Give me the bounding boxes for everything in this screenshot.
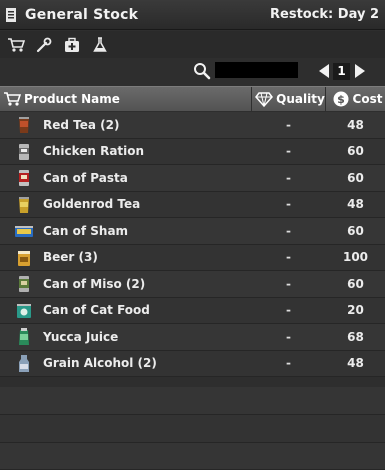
can-of-sham-icon <box>15 226 33 237</box>
search-input[interactable] <box>215 62 298 78</box>
column-quality[interactable]: Quality <box>251 87 326 111</box>
shopping-cart-icon <box>8 37 25 52</box>
item-quality: - <box>286 329 291 344</box>
shopping-cart-icon <box>4 92 21 106</box>
item-list: Red Tea (2) - 48 Chicken Ration - 60 Can… <box>0 112 385 377</box>
window-title: General Stock <box>25 6 139 23</box>
column-cost[interactable]: $ Cost <box>326 87 385 111</box>
can-of-cat-food-icon <box>17 303 31 318</box>
item-quality: - <box>286 117 291 132</box>
empty-row <box>0 415 385 443</box>
page-next-icon[interactable] <box>353 63 367 79</box>
item-row-can-of-miso[interactable]: Can of Miso (2) - 60 <box>0 271 385 298</box>
tab-tools[interactable] <box>33 34 55 56</box>
item-cost: 100 <box>342 250 369 265</box>
category-tabs <box>0 31 385 58</box>
column-cost-label: Cost <box>352 92 383 106</box>
column-product-label: Product Name <box>24 92 120 106</box>
beer-icon <box>18 250 30 266</box>
table-header: Product Name Quality $ Cost <box>0 86 385 111</box>
item-quality: - <box>286 356 291 371</box>
item-cost: 60 <box>347 170 364 185</box>
item-name: Beer (3) <box>43 250 98 265</box>
item-cost: 48 <box>347 197 364 212</box>
flask-icon <box>93 36 107 52</box>
restock-label: Restock: Day 2 <box>270 7 379 22</box>
wrench-icon <box>36 37 52 52</box>
item-cost: 60 <box>347 223 364 238</box>
yucca-juice-icon <box>19 328 29 345</box>
column-product-name[interactable]: Product Name <box>0 87 250 111</box>
can-of-pasta-icon <box>19 170 29 186</box>
item-row-beer[interactable]: Beer (3) - 100 <box>0 244 385 271</box>
item-row-goldenrod-tea[interactable]: Goldenrod Tea - 48 <box>0 191 385 218</box>
item-cost: 48 <box>347 117 364 132</box>
item-quality: - <box>286 303 291 318</box>
item-quality: - <box>286 250 291 265</box>
item-row-can-of-cat-food[interactable]: Can of Cat Food - 20 <box>0 297 385 324</box>
item-quality: - <box>286 170 291 185</box>
chicken-ration-icon <box>19 143 29 160</box>
coin-icon: $ <box>333 91 349 107</box>
item-quality: - <box>286 197 291 212</box>
item-cost: 68 <box>347 329 364 344</box>
column-quality-label: Quality <box>276 92 325 106</box>
item-cost: 20 <box>347 303 364 318</box>
item-row-chicken-ration[interactable]: Chicken Ration - 60 <box>0 138 385 165</box>
search-row: 1 <box>0 58 385 84</box>
tab-chemistry[interactable] <box>89 34 111 56</box>
svg-text:$: $ <box>337 93 345 106</box>
item-name: Yucca Juice <box>43 329 119 344</box>
grain-alcohol-icon <box>19 354 29 372</box>
tab-medical[interactable] <box>61 34 83 56</box>
item-row-red-tea[interactable]: Red Tea (2) - 48 <box>0 112 385 139</box>
item-cost: 60 <box>347 144 364 159</box>
goldenrod-tea-icon <box>19 196 29 213</box>
page-previous-icon[interactable] <box>317 63 331 79</box>
item-cost: 60 <box>347 276 364 291</box>
item-quality: - <box>286 276 291 291</box>
empty-row <box>0 443 385 470</box>
document-icon <box>6 7 16 22</box>
item-row-grain-alcohol[interactable]: Grain Alcohol (2) - 48 <box>0 350 385 377</box>
red-tea-icon <box>19 117 29 133</box>
item-name: Can of Cat Food <box>43 303 150 318</box>
item-quality: - <box>286 223 291 238</box>
page-number: 1 <box>333 63 350 80</box>
item-row-can-of-pasta[interactable]: Can of Pasta - 60 <box>0 165 385 192</box>
item-name: Chicken Ration <box>43 144 145 159</box>
item-name: Red Tea (2) <box>43 117 120 132</box>
can-of-miso-icon <box>19 276 29 292</box>
title-bar: General Stock Restock: Day 2 <box>0 0 385 30</box>
item-name: Goldenrod Tea <box>43 197 141 212</box>
trader-window: General Stock Restock: Day 2 1 Product N… <box>0 0 385 470</box>
item-row-yucca-juice[interactable]: Yucca Juice - 68 <box>0 324 385 351</box>
diamond-icon <box>255 92 274 108</box>
item-name: Can of Pasta <box>43 170 128 185</box>
empty-row <box>0 387 385 415</box>
item-row-can-of-sham[interactable]: Can of Sham - 60 <box>0 218 385 245</box>
item-name: Can of Miso (2) <box>43 276 146 291</box>
tab-general[interactable] <box>5 34 27 56</box>
item-cost: 48 <box>347 356 364 371</box>
item-quality: - <box>286 144 291 159</box>
item-name: Grain Alcohol (2) <box>43 356 157 371</box>
medical-kit-icon <box>65 37 79 52</box>
search-icon[interactable] <box>193 62 211 80</box>
item-name: Can of Sham <box>43 223 129 238</box>
